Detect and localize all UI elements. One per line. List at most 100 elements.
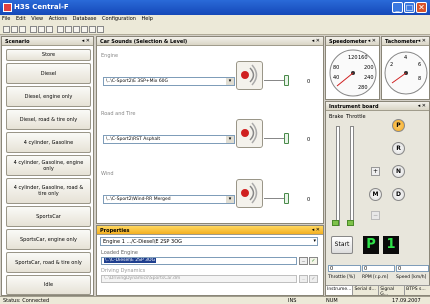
scenario-idle-button[interactable]: Idle: [6, 275, 91, 295]
close-button[interactable]: ✕: [416, 2, 427, 13]
cut-icon[interactable]: [30, 26, 37, 33]
speaker-icon: [241, 182, 258, 204]
panel-pin-icon[interactable]: ◂ ✕: [418, 38, 426, 44]
throttle-bar[interactable]: [350, 126, 354, 226]
scenario-sportscar-button[interactable]: SportsCar: [6, 206, 91, 227]
play-icon[interactable]: [65, 26, 72, 33]
slider-knob[interactable]: [284, 133, 289, 144]
browse-button[interactable]: …: [299, 275, 308, 283]
slider-knob[interactable]: [284, 75, 289, 86]
scenario-sportscar-road-button[interactable]: SportsCar, road & tire only: [6, 252, 91, 273]
brake-handle[interactable]: [332, 220, 339, 226]
road-tire-label: Road and Tire: [101, 111, 136, 117]
wind-sound-select[interactable]: \..\C-Sport2\Wind-RR Merged ▾: [103, 195, 235, 204]
driving-dynamics-label: Driving Dynamics: [101, 268, 146, 274]
chevron-down-icon[interactable]: ▾: [226, 78, 234, 85]
engine-sound-select[interactable]: \..\C-Sport2\E 3SP+Mix 60G ▾: [103, 77, 235, 86]
menu-configuration[interactable]: Configuration: [100, 15, 138, 23]
gear-m-button[interactable]: M: [369, 188, 382, 201]
speed-tick-label: 200: [364, 65, 374, 71]
car-sounds-panel: Car Sounds (Selection & Level) ◂ ✕ Engin…: [96, 36, 324, 224]
new-icon[interactable]: [3, 26, 10, 33]
disconnect-icon[interactable]: [89, 26, 96, 33]
scenario-diesel-engine-button[interactable]: Diesel, engine only: [6, 86, 91, 107]
panel-pin-icon[interactable]: ◂ ✕: [368, 38, 376, 44]
road-level-value: 0: [307, 137, 311, 143]
tab-btps[interactable]: BTPS s...: [405, 286, 430, 295]
tab-instrument[interactable]: Instrume...: [326, 286, 354, 295]
tachometer-panel: Tachometer ◂ ✕ 4 6 2 8: [381, 36, 430, 100]
gear-up-button[interactable]: +: [371, 167, 380, 176]
num-indicator: NUM: [326, 298, 338, 304]
menu-database[interactable]: Database: [71, 15, 99, 23]
open-icon[interactable]: [11, 26, 18, 33]
wind-speaker-button[interactable]: [236, 179, 263, 208]
menu-actions[interactable]: Actions: [47, 15, 69, 23]
wind-sound-value: \..\C-Sport2\Wind-RR Merged: [106, 197, 171, 202]
gear-down-button[interactable]: −: [371, 211, 380, 220]
loaded-engine-field[interactable]: \..\C-Diesel\E 2SP 3OG: [101, 257, 297, 265]
menu-view[interactable]: View: [29, 15, 45, 23]
road-volume-slider[interactable]: [264, 129, 292, 149]
wind-volume-slider[interactable]: [264, 189, 292, 209]
engine-level-value: 0: [307, 79, 311, 85]
gear-r-button[interactable]: R: [392, 142, 405, 155]
speed-readout-label: Speed [km/h]: [396, 275, 427, 280]
minimize-button[interactable]: _: [392, 2, 403, 13]
scenario-diesel-button[interactable]: Diesel: [6, 63, 91, 84]
gear-p-button[interactable]: P: [392, 119, 405, 132]
scenario-4cyl-road-button[interactable]: 4 cylinder, Gasoline, road & tire only: [6, 178, 91, 204]
scenario-store-button[interactable]: Store: [6, 49, 91, 61]
menu-edit[interactable]: Edit: [14, 15, 28, 23]
gear-n-button[interactable]: N: [392, 165, 405, 178]
apply-icon[interactable]: ✓: [309, 275, 318, 283]
brake-bar[interactable]: [336, 126, 340, 226]
refresh-icon[interactable]: [97, 26, 104, 33]
chevron-down-icon[interactable]: ▾: [226, 196, 234, 203]
panel-pin-icon[interactable]: ◂ ✕: [418, 103, 426, 109]
gear-d-button[interactable]: D: [392, 188, 405, 201]
road-speaker-button[interactable]: [236, 119, 263, 148]
settings-icon[interactable]: [73, 26, 80, 33]
driving-dynamics-field[interactable]: \..\DrivingDynamics\SportsCar.dm: [101, 275, 297, 283]
throttle-handle[interactable]: [347, 220, 354, 226]
engine-speaker-button[interactable]: [236, 61, 263, 90]
scenario-4cyl-button[interactable]: 4 cylinder, Gasoline: [6, 132, 91, 153]
panel-pin-icon[interactable]: ◂ ✕: [82, 38, 90, 44]
edit-icon[interactable]: [46, 26, 53, 33]
panel-pin-icon[interactable]: ◂ ✕: [312, 38, 320, 44]
slider-knob[interactable]: [284, 193, 289, 204]
speedometer-title: Speedometer: [329, 39, 367, 45]
scenario-title: Scenario: [5, 39, 30, 45]
scenario-4cyl-engine-button[interactable]: 4 cylinder, Gasoline, engine only: [6, 155, 91, 176]
apply-icon[interactable]: ✓: [309, 257, 318, 265]
car-sounds-title: Car Sounds (Selection & Level): [100, 39, 188, 45]
chevron-down-icon[interactable]: ▾: [313, 238, 316, 244]
loaded-engine-label: Loaded Engine: [101, 250, 138, 256]
speed-tick-label: 280: [358, 85, 368, 91]
chevron-down-icon[interactable]: ▾: [226, 136, 234, 143]
delete-icon[interactable]: [38, 26, 45, 33]
menu-file[interactable]: File: [0, 15, 12, 23]
speedometer-panel: Speedometer ◂ ✕ 120 160 80 200 40 240 28…: [325, 36, 380, 100]
start-button[interactable]: Start: [331, 236, 353, 254]
rpm-tick-label: 2: [390, 62, 393, 68]
save-icon[interactable]: [19, 26, 26, 33]
speaker-icon: [241, 64, 258, 86]
panel-pin-icon[interactable]: ◂ ✕: [312, 227, 320, 233]
tab-signal[interactable]: Signal G...: [379, 286, 406, 297]
connect-icon[interactable]: [81, 26, 88, 33]
scenario-diesel-road-button[interactable]: Diesel, road & tire only: [6, 109, 91, 130]
browse-button[interactable]: …: [299, 257, 308, 265]
speedometer-gauge: 120 160 80 200 40 240 280: [329, 49, 377, 97]
road-sound-select[interactable]: \..\C-Sport2\RST Asphalt ▾: [103, 135, 235, 144]
menu-help[interactable]: Help: [140, 15, 155, 23]
tab-serial[interactable]: Serial d...: [353, 286, 380, 295]
maximize-button[interactable]: □: [404, 2, 415, 13]
engine-volume-slider[interactable]: [264, 71, 292, 91]
scenario-sportscar-engine-button[interactable]: SportsCar, engine only: [6, 229, 91, 250]
grid-icon[interactable]: [57, 26, 64, 33]
tachometer-title: Tachometer: [385, 39, 418, 45]
scenario-panel: Scenario ◂ ✕ Store Diesel Diesel, engine…: [1, 36, 94, 296]
properties-selector[interactable]: Engine 1 .../C-Diesel\E 2SP 3OG ▾: [100, 237, 318, 246]
